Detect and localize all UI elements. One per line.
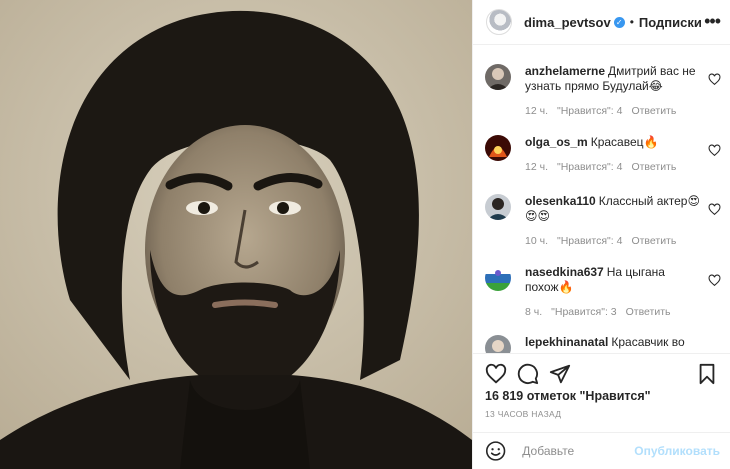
commenter-avatar[interactable] [485,335,511,353]
post-photo[interactable] [0,0,472,469]
post-timestamp[interactable]: 13 ЧАСОВ НАЗАД [485,409,561,419]
author-username[interactable]: dima_pevtsov [524,15,611,30]
add-comment-row: Опубликовать [473,432,730,469]
comment-likes[interactable]: "Нравится": 4 [557,105,622,117]
more-options-icon[interactable]: ••• [704,11,721,32]
like-comment-icon[interactable] [708,203,721,216]
comment-icon[interactable] [517,363,539,385]
comment-likes[interactable]: "Нравится": 4 [557,235,622,247]
comment-time: 10 ч. [525,235,548,247]
like-comment-icon[interactable] [708,274,721,287]
comment-text: anzhelamerne Дмитрий вас не узнать прямо … [525,64,724,94]
likes-count[interactable]: 16 819 отметок "Нравится" [485,389,651,403]
comment-item: nasedkina637 На цыгана похож🔥 8 ч. "Нравит… [485,265,724,318]
emoji-icon[interactable] [485,440,506,462]
comment-body: Красавец🔥 [590,135,659,149]
comment-item: lepekhinanatalКрасавчик во все [485,335,724,353]
reply-button[interactable]: Ответить [631,235,676,247]
like-icon[interactable] [485,363,507,385]
commenter-avatar[interactable] [485,64,511,90]
comment-item: anzhelamerne Дмитрий вас не узнать прямо … [485,64,724,117]
comment-username[interactable]: olga_os_m [525,135,588,149]
comment-username[interactable]: anzhelamerne [525,64,605,78]
post-header: dima_pevtsov ✓ • Подписки ••• [473,0,730,45]
comment-time: 12 ч. [525,161,548,173]
commenter-avatar[interactable] [485,194,511,220]
verified-badge-icon: ✓ [613,16,625,28]
save-bookmark-icon[interactable] [696,363,718,385]
comment-item: olesenka110 Классный актер😍😍😍 10 ч. "Нрави… [485,194,724,247]
comment-text: nasedkina637 На цыгана похож🔥 [525,265,724,295]
post-sidebar: dima_pevtsov ✓ • Подписки ••• anzhelamer… [472,0,730,469]
comment-username[interactable]: lepekhinanatal [525,335,608,349]
comment-time: 8 ч. [525,306,543,318]
comment-meta: 8 ч. "Нравится": 3 Ответить [525,306,724,318]
share-icon[interactable] [549,363,571,385]
publish-button[interactable]: Опубликовать [634,444,720,458]
add-comment-input[interactable] [522,444,635,458]
comment-text: lepekhinanatalКрасавчик во все [525,335,724,353]
separator-dot: • [629,15,634,29]
comment-username[interactable]: olesenka110 [525,194,596,208]
comment-meta: 10 ч. "Нравится": 4 Ответить [525,235,724,247]
like-comment-icon[interactable] [708,144,721,157]
following-button[interactable]: Подписки [639,15,702,30]
comment-meta: 12 ч. "Нравится": 4 Ответить [525,161,724,173]
commenter-avatar[interactable] [485,135,511,161]
comment-text: olesenka110 Классный актер😍😍😍 [525,194,724,224]
commenter-avatar[interactable] [485,265,511,291]
comment-text: olga_os_m Красавец🔥 [525,135,724,150]
comment-meta: 12 ч. "Нравится": 4 Ответить [525,105,724,117]
reply-button[interactable]: Ответить [626,306,671,318]
comments-list[interactable]: anzhelamerne Дмитрий вас не узнать прямо … [473,46,730,353]
comment-time: 12 ч. [525,105,548,117]
like-comment-icon[interactable] [708,73,721,86]
reply-button[interactable]: Ответить [631,161,676,173]
portrait-image [0,0,472,469]
comment-likes[interactable]: "Нравится": 3 [551,306,616,318]
comment-item: olga_os_m Красавец🔥 12 ч. "Нравится": 4 Отв… [485,135,724,173]
comment-username[interactable]: nasedkina637 [525,265,604,279]
reply-button[interactable]: Ответить [631,105,676,117]
comment-likes[interactable]: "Нравится": 4 [557,161,622,173]
author-avatar[interactable] [486,9,512,35]
